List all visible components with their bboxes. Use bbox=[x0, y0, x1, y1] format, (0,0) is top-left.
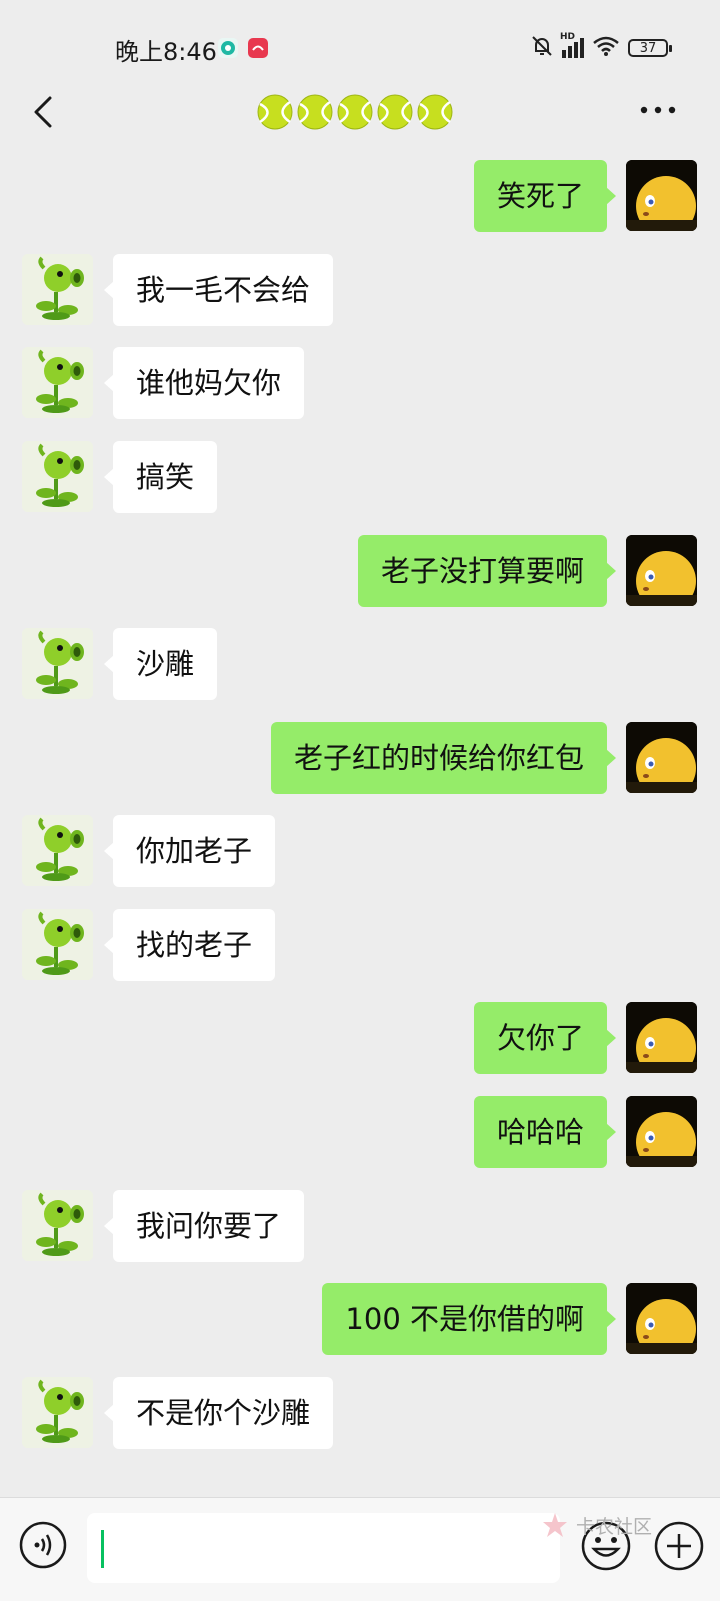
text-caret bbox=[101, 1530, 104, 1568]
emoji-icon bbox=[581, 1521, 631, 1571]
contact-avatar[interactable] bbox=[22, 909, 93, 980]
tennis-ball-icon bbox=[257, 94, 293, 130]
voice-icon bbox=[19, 1521, 67, 1569]
chat-message-list[interactable]: 笑死了 我一毛不会给 谁他妈欠你 搞笑 老子没打算要啊 沙雕 老子红的时候给你红… bbox=[0, 150, 720, 1490]
message-row: 哈哈哈 bbox=[0, 1096, 720, 1168]
chat-header bbox=[0, 78, 720, 148]
self-avatar[interactable] bbox=[626, 160, 697, 231]
mute-bell-icon bbox=[530, 34, 554, 62]
chat-title bbox=[257, 94, 453, 130]
self-avatar[interactable] bbox=[626, 535, 697, 606]
message-row: 欠你了 bbox=[0, 1002, 720, 1074]
message-bubble-self[interactable]: 欠你了 bbox=[473, 1002, 617, 1074]
more-options-button[interactable] bbox=[636, 100, 680, 120]
status-indicators: HD 37 bbox=[530, 32, 672, 62]
tennis-ball-icon bbox=[297, 94, 333, 130]
chevron-left-icon bbox=[34, 96, 52, 128]
self-avatar[interactable] bbox=[626, 722, 697, 793]
message-row: 沙雕 bbox=[0, 628, 720, 700]
message-bubble-contact[interactable]: 沙雕 bbox=[103, 628, 218, 700]
message-row: 100 不是你借的啊 bbox=[0, 1283, 720, 1355]
cellular-signal-icon: HD bbox=[560, 32, 584, 58]
message-bubble-contact[interactable]: 找的老子 bbox=[103, 909, 276, 981]
contact-avatar[interactable] bbox=[22, 815, 93, 886]
contact-avatar[interactable] bbox=[22, 1190, 93, 1261]
contact-avatar[interactable] bbox=[22, 254, 93, 325]
more-functions-button[interactable] bbox=[653, 1520, 705, 1572]
message-bubble-contact[interactable]: 我一毛不会给 bbox=[103, 254, 334, 326]
message-bubble-contact[interactable]: 我问你要了 bbox=[103, 1190, 305, 1262]
battery-level: 37 bbox=[639, 40, 657, 56]
more-dots-icon bbox=[640, 106, 676, 114]
message-bubble-self[interactable]: 哈哈哈 bbox=[473, 1096, 617, 1168]
message-row: 找的老子 bbox=[0, 909, 720, 981]
emoji-button[interactable] bbox=[580, 1520, 632, 1572]
tennis-ball-icon bbox=[377, 94, 413, 130]
voice-input-button[interactable] bbox=[18, 1520, 68, 1570]
message-bubble-contact[interactable]: 谁他妈欠你 bbox=[103, 347, 305, 419]
message-row: 笑死了 bbox=[0, 160, 720, 232]
input-bar bbox=[0, 1497, 720, 1601]
battery-icon: 37 bbox=[628, 39, 672, 57]
message-bubble-contact[interactable]: 不是你个沙雕 bbox=[103, 1377, 334, 1449]
message-row: 你加老子 bbox=[0, 815, 720, 887]
contact-avatar[interactable] bbox=[22, 441, 93, 512]
self-avatar[interactable] bbox=[626, 1283, 697, 1354]
app-notification-icon bbox=[218, 38, 238, 58]
status-time: 晚上8:46 bbox=[115, 38, 217, 66]
network-type-label: HD bbox=[560, 32, 576, 42]
message-bubble-self[interactable]: 老子没打算要啊 bbox=[357, 535, 617, 607]
plus-icon bbox=[654, 1521, 704, 1571]
message-row: 我一毛不会给 bbox=[0, 254, 720, 326]
message-input[interactable] bbox=[87, 1513, 560, 1583]
message-bubble-self[interactable]: 笑死了 bbox=[473, 160, 617, 232]
status-bar: 晚上8:46 HD 37 bbox=[0, 0, 720, 90]
app-notification-icon bbox=[248, 38, 268, 58]
contact-avatar[interactable] bbox=[22, 347, 93, 418]
message-row: 搞笑 bbox=[0, 441, 720, 513]
message-row: 不是你个沙雕 bbox=[0, 1377, 720, 1449]
message-row: 老子红的时候给你红包 bbox=[0, 722, 720, 794]
message-row: 谁他妈欠你 bbox=[0, 347, 720, 419]
contact-avatar[interactable] bbox=[22, 1377, 93, 1448]
message-bubble-self[interactable]: 100 不是你借的啊 bbox=[322, 1283, 616, 1355]
back-button[interactable] bbox=[26, 92, 66, 132]
message-bubble-self[interactable]: 老子红的时候给你红包 bbox=[270, 722, 617, 794]
status-app-icons bbox=[218, 38, 268, 58]
contact-avatar[interactable] bbox=[22, 628, 93, 699]
self-avatar[interactable] bbox=[626, 1096, 697, 1167]
message-bubble-contact[interactable]: 你加老子 bbox=[103, 815, 276, 887]
wifi-icon bbox=[592, 35, 620, 61]
tennis-ball-icon bbox=[337, 94, 373, 130]
self-avatar[interactable] bbox=[626, 1002, 697, 1073]
message-row: 我问你要了 bbox=[0, 1190, 720, 1262]
tennis-ball-icon bbox=[417, 94, 453, 130]
message-row: 老子没打算要啊 bbox=[0, 535, 720, 607]
message-bubble-contact[interactable]: 搞笑 bbox=[103, 441, 218, 513]
